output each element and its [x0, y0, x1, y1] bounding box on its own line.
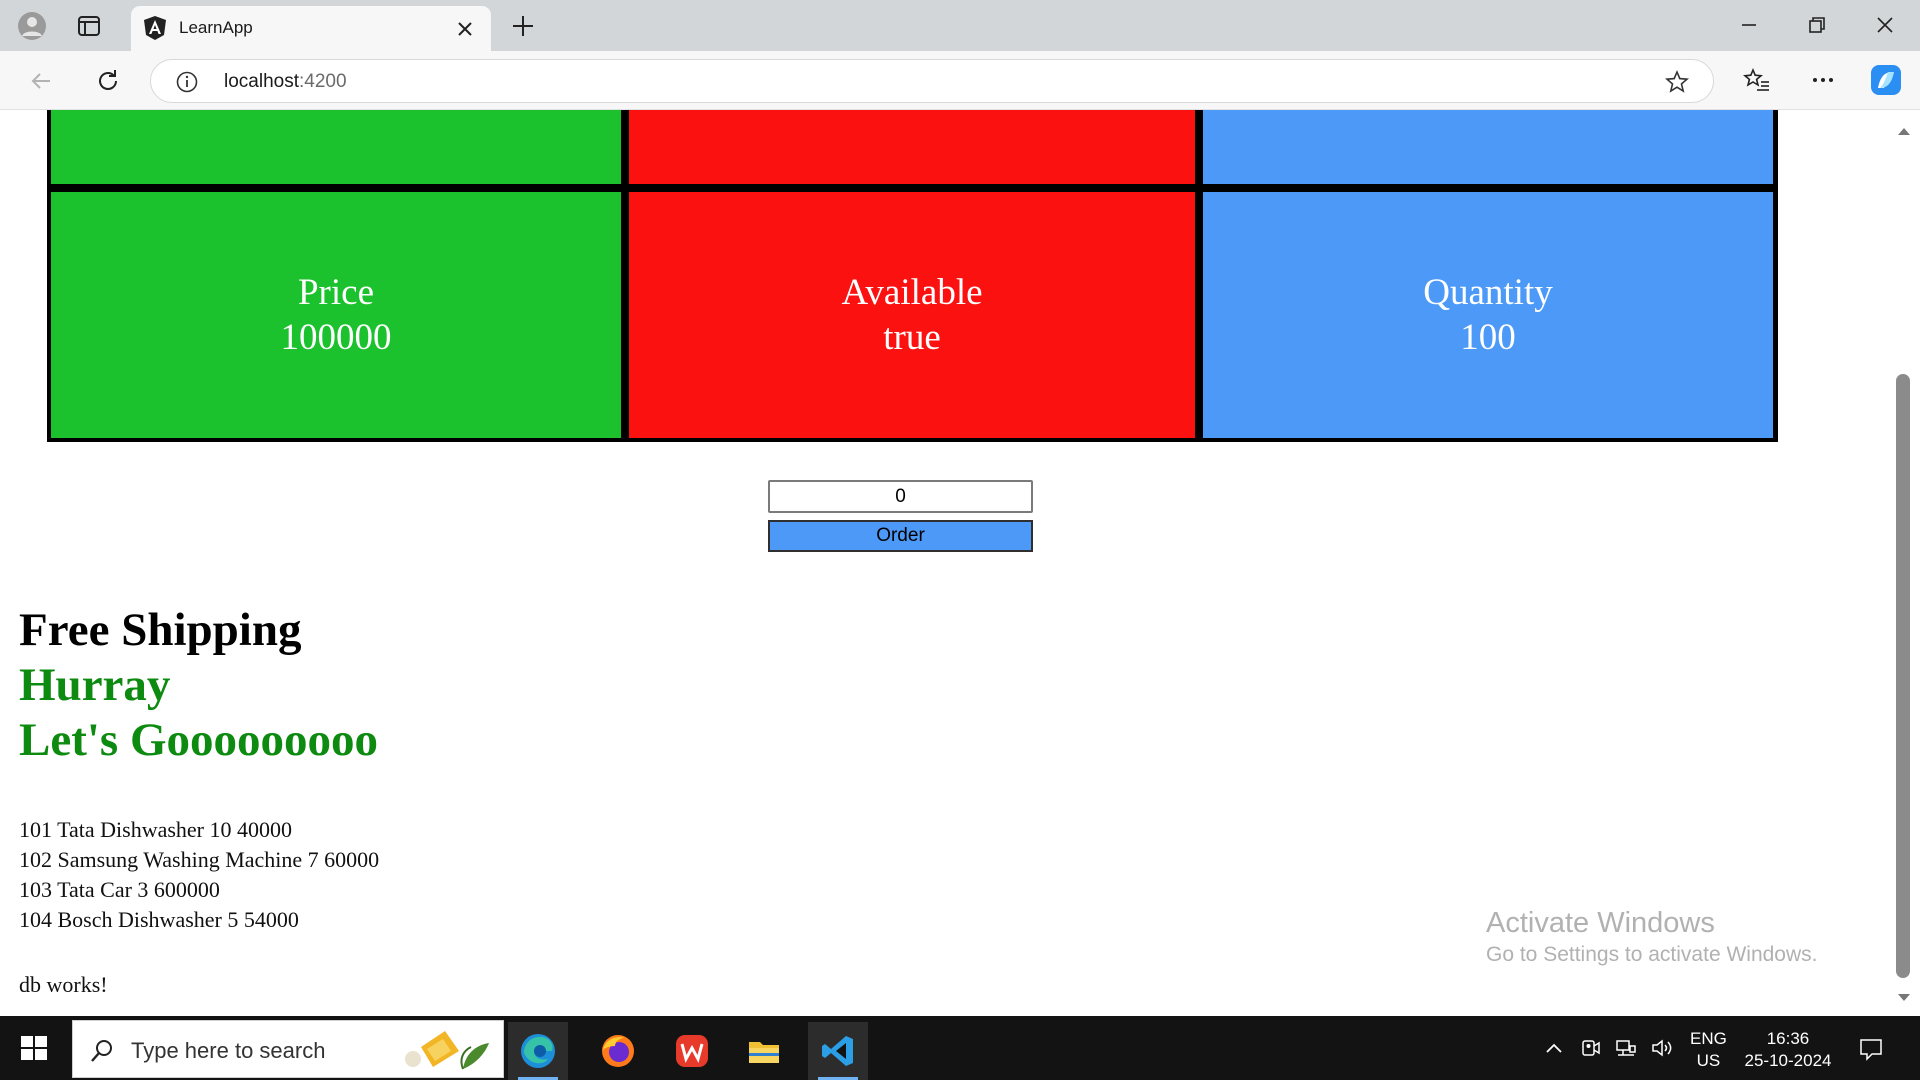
close-window-icon[interactable]	[1870, 10, 1900, 40]
taskbar-edge[interactable]	[508, 1022, 568, 1080]
clock-time: 16:36	[1766, 1029, 1810, 1048]
grid-cell-top-1	[51, 110, 621, 184]
chevron-up-icon[interactable]	[1542, 1036, 1566, 1060]
watermark-title: Activate Windows	[1486, 907, 1715, 939]
favorites-icon[interactable]	[1742, 65, 1772, 95]
reload-icon[interactable]	[93, 66, 123, 96]
back-arrow-icon[interactable]	[26, 66, 56, 96]
product-row: 103 Tata Car 3 600000	[19, 877, 220, 902]
more-options-icon[interactable]	[1808, 65, 1838, 95]
search-icon	[89, 1038, 115, 1064]
system-clock[interactable]: 16:36 25-10-2024	[1742, 1028, 1834, 1072]
price-value: 100000	[280, 317, 392, 358]
wps-office-icon	[676, 1035, 708, 1067]
grid-cell-top-3	[1203, 110, 1773, 184]
scroll-up-arrow-icon[interactable]	[1897, 123, 1911, 135]
taskbar-firefox[interactable]	[588, 1022, 648, 1080]
available-cell: Available true	[629, 192, 1195, 438]
search-placeholder: Type here to search	[131, 1038, 326, 1063]
lets-go-heading: Let's Gooooooooo	[19, 714, 379, 766]
address-port: :4200	[299, 71, 347, 92]
favorite-star-icon[interactable]	[1664, 69, 1690, 95]
scroll-down-arrow-icon[interactable]	[1897, 990, 1911, 1001]
restore-icon[interactable]	[1802, 10, 1832, 40]
search-highlight-art-icon	[393, 1025, 497, 1075]
activate-windows-watermark: Activate Windows Go to Settings to activ…	[1486, 905, 1818, 969]
firefox-icon	[602, 1035, 634, 1067]
new-tab-icon[interactable]	[508, 11, 538, 41]
close-tab-icon[interactable]	[453, 17, 477, 41]
price-cell: Price 100000	[51, 192, 621, 438]
windows-start-icon[interactable]	[18, 1032, 50, 1064]
vertical-scrollbar[interactable]	[1888, 110, 1920, 1016]
product-info-grid: Price 100000 Available true Quantity 100	[47, 110, 1778, 442]
page-viewport: Price 100000 Available true Quantity 100…	[0, 110, 1920, 1016]
db-status-text: db works!	[19, 972, 108, 997]
address-bar[interactable]: localhost:4200	[150, 59, 1714, 103]
order-button[interactable]: Order	[768, 520, 1033, 552]
price-label: Price	[297, 272, 375, 313]
quantity-cell: Quantity 100	[1203, 192, 1773, 438]
quantity-label: Quantity	[1423, 272, 1553, 313]
input-language-indicator[interactable]: ENG US	[1690, 1028, 1727, 1072]
clock-date: 25-10-2024	[1744, 1051, 1832, 1070]
product-row: 102 Samsung Washing Machine 7 60000	[19, 847, 380, 872]
taskbar-wps-office[interactable]	[662, 1022, 722, 1080]
available-label: Available	[841, 272, 983, 313]
minimize-icon[interactable]	[1734, 10, 1764, 40]
available-value: true	[883, 317, 941, 358]
free-shipping-heading: Free Shipping	[19, 604, 302, 656]
taskbar-file-explorer[interactable]	[734, 1022, 794, 1080]
network-icon[interactable]	[1614, 1036, 1638, 1060]
folder-icon	[749, 1042, 779, 1063]
address-url[interactable]: localhost:4200	[224, 71, 347, 93]
taskbar-search-box[interactable]: Type here to search	[72, 1020, 504, 1078]
edge-icon	[521, 1034, 555, 1068]
language-code: ENG	[1690, 1029, 1727, 1048]
angular-icon	[141, 14, 169, 42]
volume-icon[interactable]	[1650, 1036, 1674, 1060]
watermark-subtitle: Go to Settings to activate Windows.	[1486, 943, 1818, 966]
site-info-icon[interactable]	[175, 70, 199, 94]
tab-learnapp[interactable]: LearnApp	[131, 6, 491, 51]
order-quantity-input[interactable]	[768, 480, 1033, 513]
browser-toolbar: localhost:4200	[0, 51, 1920, 110]
notifications-icon[interactable]	[1858, 1036, 1882, 1061]
address-host: localhost	[224, 71, 299, 92]
taskbar-vscode[interactable]	[808, 1022, 868, 1080]
quantity-value: 100	[1460, 317, 1516, 358]
product-row: 101 Tata Dishwasher 10 40000	[19, 817, 293, 842]
tab-actions-icon[interactable]	[74, 12, 104, 40]
browser-tab-bar: LearnApp	[0, 0, 1920, 51]
scrollbar-thumb[interactable]	[1896, 374, 1910, 978]
vscode-icon	[822, 1036, 853, 1066]
copilot-icon[interactable]	[1868, 62, 1904, 98]
keyboard-region: US	[1696, 1051, 1721, 1070]
grid-cell-top-2	[629, 110, 1195, 184]
profile-icon[interactable]	[14, 9, 50, 42]
tab-title: LearnApp	[179, 18, 253, 37]
product-list: 101 Tata Dishwasher 10 40000 102 Samsung…	[19, 815, 379, 935]
windows-taskbar: Type here to search ENG US 16:36 25-10-2…	[0, 1016, 1920, 1080]
meet-now-icon[interactable]	[1578, 1036, 1602, 1060]
product-row: 104 Bosch Dishwasher 5 54000	[19, 907, 299, 932]
hurray-heading: Hurray	[19, 659, 171, 711]
